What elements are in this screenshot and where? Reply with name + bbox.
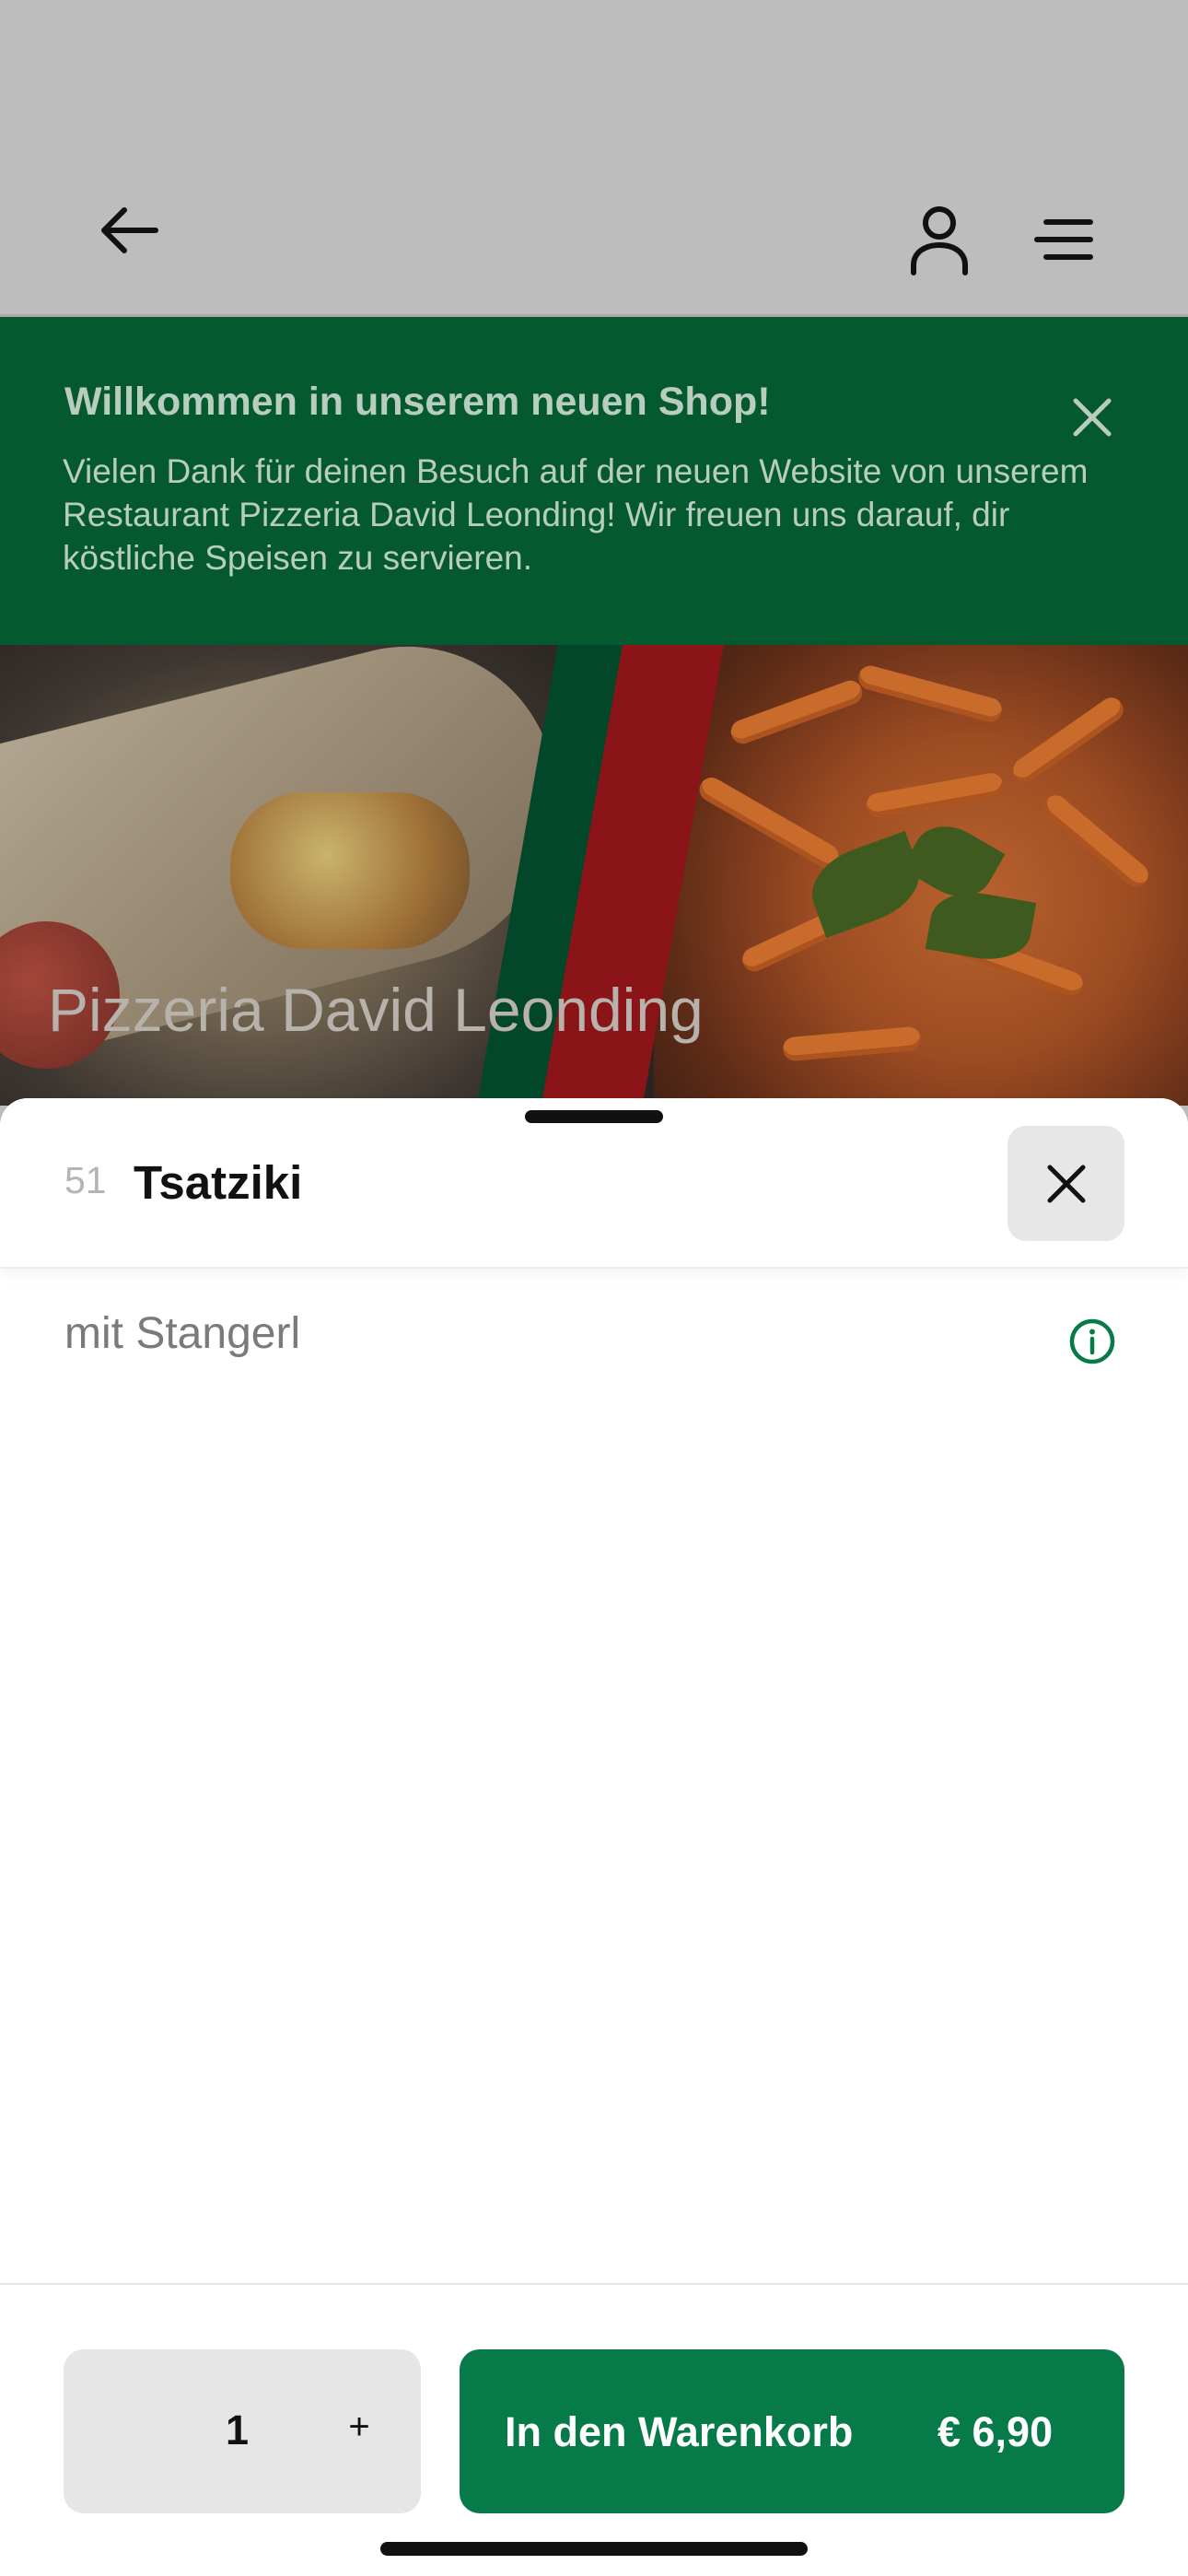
sheet-drag-handle[interactable] xyxy=(525,1110,663,1123)
arrow-left-icon xyxy=(101,207,158,253)
sheet-close-button[interactable] xyxy=(1007,1126,1124,1241)
quantity-value: 1 xyxy=(226,2406,250,2453)
back-button[interactable] xyxy=(92,193,166,267)
quantity-increase-button[interactable]: + xyxy=(341,2406,378,2453)
penne xyxy=(1008,693,1128,787)
item-number: 51 xyxy=(64,1159,107,1201)
restaurant-name: Pizzeria David Leonding xyxy=(48,976,704,1044)
pasta-photo xyxy=(654,645,1188,1106)
banner-close-button[interactable] xyxy=(1066,392,1118,443)
penne xyxy=(864,771,1006,819)
add-to-cart-price: € 6,90 xyxy=(938,2408,1054,2455)
item-title: Tsatziki xyxy=(134,1156,303,1209)
user-icon xyxy=(911,206,968,275)
item-description: mit Stangerl xyxy=(64,1309,301,1358)
penne xyxy=(1039,790,1153,892)
penne xyxy=(856,662,1005,725)
close-icon xyxy=(1047,1165,1085,1202)
penne xyxy=(782,1025,922,1062)
wrap-filling xyxy=(230,792,470,949)
top-bar xyxy=(0,0,1188,316)
account-button[interactable] xyxy=(898,198,981,281)
footer-divider xyxy=(0,2283,1188,2285)
banner-text: Vielen Dank für deinen Besuch auf der ne… xyxy=(63,452,1089,577)
penne xyxy=(728,677,866,747)
banner-title: Willkommen in unserem neuen Shop! xyxy=(64,380,771,424)
info-button[interactable] xyxy=(1068,1317,1116,1365)
menu-button[interactable] xyxy=(1027,207,1101,272)
info-icon xyxy=(1069,1318,1115,1364)
hamburger-menu-icon xyxy=(1034,219,1093,260)
home-indicator xyxy=(380,2542,808,2556)
add-to-cart-label: In den Warenkorb xyxy=(505,2408,854,2455)
penne xyxy=(694,773,844,872)
close-icon xyxy=(1073,398,1112,437)
